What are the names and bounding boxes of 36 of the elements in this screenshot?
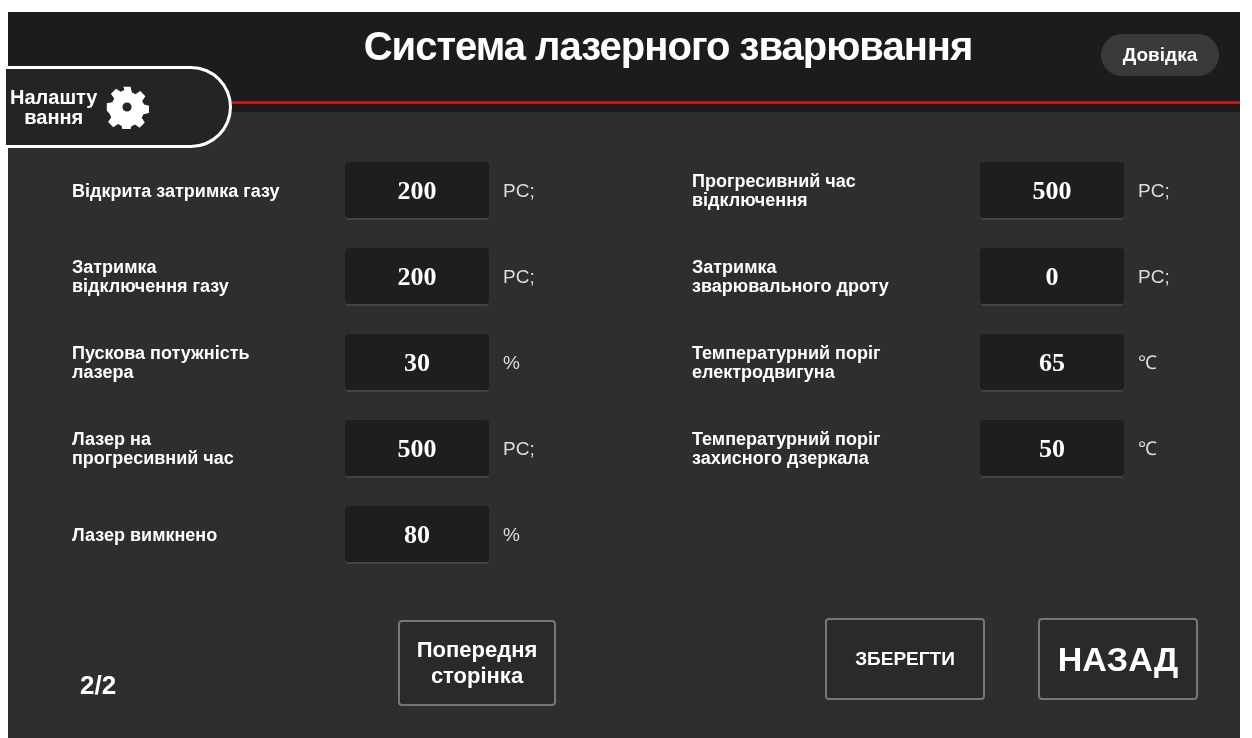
parameter-label: Лазер вимкнено [72,525,219,545]
page-indicator: 2/2 [80,669,117,702]
settings-label: Налашту вання [10,87,98,127]
unit-label: PC; [503,178,535,203]
unit-label: ℃ [1138,436,1157,461]
unit-label: PC; [503,264,535,289]
parameter-label: Пускова потужність лазера [72,344,251,382]
parameter-label: Відкрита затримка газу [72,181,281,201]
unit-label: ℃ [1138,350,1157,375]
unit-label: PC; [1138,178,1170,203]
value-field[interactable]: 30 [345,334,489,392]
parameter-label: Лазер на прогресивний час [72,430,235,468]
value-field[interactable]: 200 [345,248,489,306]
settings-tab[interactable]: Налашту вання [6,66,232,148]
value-field[interactable]: 500 [345,420,489,478]
unit-label: PC; [1138,264,1170,289]
parameter-label: Температурний поріг захисного дзеркала [692,430,882,468]
value-field[interactable]: 65 [980,334,1124,392]
parameter-label: Затримка відключення газу [72,258,230,296]
unit-label: % [503,350,520,375]
value-field[interactable]: 200 [345,162,489,220]
save-button[interactable]: ЗБЕРЕГТИ [825,618,985,700]
previous-page-button[interactable]: Попередня сторінка [398,620,556,706]
parameter-label: Затримка зварювального дроту [692,258,890,296]
parameter-label: Температурний поріг електродвигуна [692,344,882,382]
parameter-label: Прогресивний час відключення [692,172,857,210]
gear-icon [105,85,150,129]
value-field[interactable]: 0 [980,248,1124,306]
value-field[interactable]: 80 [345,506,489,564]
window-title: Система лазерного зварювання [362,23,974,70]
unit-label: PC; [503,436,535,461]
value-field[interactable]: 50 [980,420,1124,478]
unit-label: % [503,522,520,547]
back-button[interactable]: НАЗАД [1038,618,1198,700]
value-field[interactable]: 500 [980,162,1124,220]
help-button[interactable]: Довідка [1101,34,1219,76]
